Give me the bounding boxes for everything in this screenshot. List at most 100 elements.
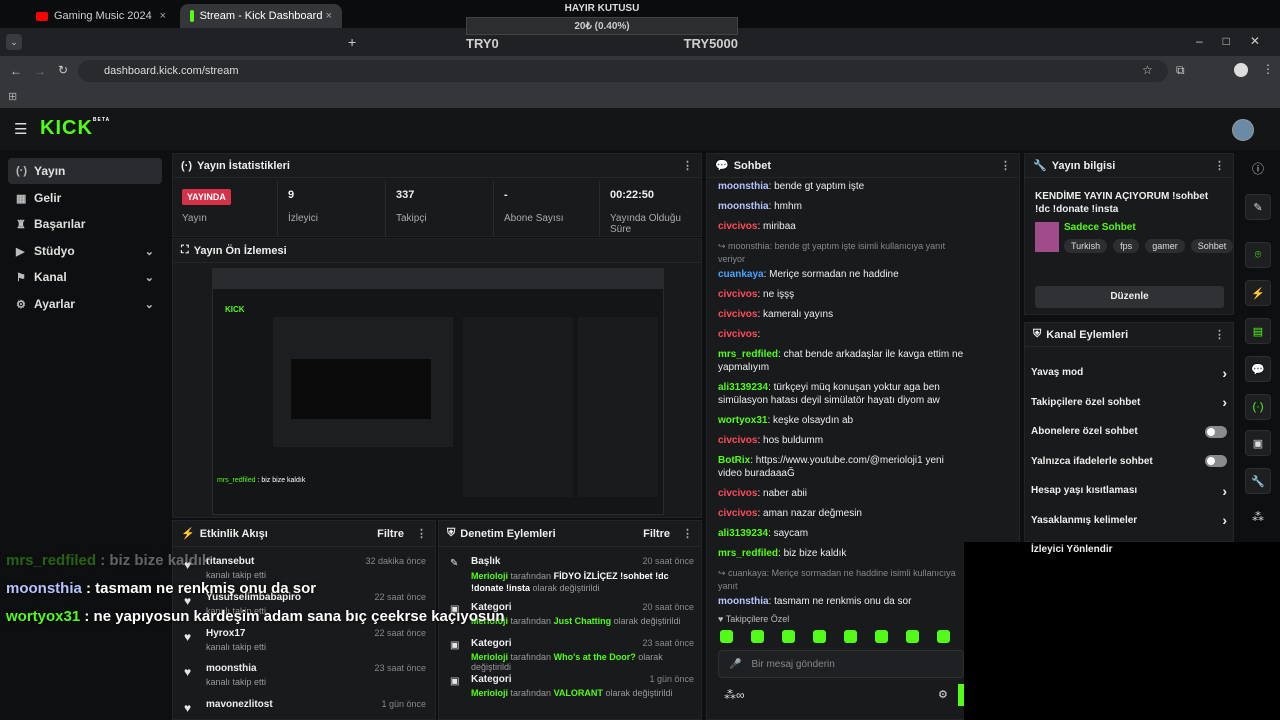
clipboard-icon[interactable]: ▤ bbox=[1245, 318, 1271, 344]
channel-action-item[interactable]: Yavaş mod › bbox=[1031, 358, 1227, 388]
tag[interactable]: fps bbox=[1113, 239, 1140, 253]
toggle-switch[interactable] bbox=[1205, 425, 1227, 438]
chat-username[interactable]: civcivos bbox=[718, 309, 757, 320]
chat-username[interactable]: civcivos bbox=[718, 508, 757, 519]
bookmark-star-icon[interactable]: ☆ bbox=[1142, 63, 1153, 77]
url-field[interactable]: dashboard.kick.com/stream bbox=[78, 60, 1168, 82]
hamburger-icon[interactable]: ☰ bbox=[14, 120, 27, 138]
filter-button[interactable]: Filtre bbox=[643, 528, 670, 540]
channel-action-item[interactable]: İzleyici Yönlendir bbox=[1031, 535, 1227, 565]
channel-action-item[interactable]: Takipçilere özel sohbet › bbox=[1031, 388, 1227, 418]
new-tab-icon[interactable]: + bbox=[348, 34, 356, 50]
emote[interactable] bbox=[875, 630, 888, 643]
nav-gelir[interactable]: ▦ Gelir bbox=[8, 185, 162, 211]
menu-icon[interactable]: ⋮ bbox=[1262, 62, 1274, 76]
tab-gaming-music[interactable]: Gaming Music 2024 ♫ Best × bbox=[26, 4, 176, 28]
emote[interactable] bbox=[937, 630, 950, 643]
nav-kanal[interactable]: ⚑ Kanal ⌄ bbox=[8, 264, 162, 290]
kick-logo[interactable]: KICKBETA bbox=[40, 117, 110, 140]
channel-action-item[interactable]: Yalnızca ifadelerle sohbet bbox=[1031, 447, 1227, 477]
more-icon[interactable]: ⋮ bbox=[682, 159, 693, 172]
edit-button[interactable]: Düzenle bbox=[1035, 286, 1224, 308]
emote[interactable] bbox=[813, 630, 826, 643]
stream-preview[interactable]: KICK mrs_redfiled : biz bize kaldık bbox=[212, 268, 664, 515]
moderation-title-bar: ⛨ Denetim Eylemleri Filtre ⋮ bbox=[439, 521, 701, 547]
more-icon[interactable]: ⋮ bbox=[682, 527, 693, 540]
wrench-icon[interactable]: 🔧 bbox=[1245, 468, 1271, 494]
toggle-switch[interactable] bbox=[1205, 455, 1227, 468]
category-name[interactable]: Sadece Sohbet bbox=[1064, 222, 1136, 233]
channel-action-item[interactable]: Abonelere özel sohbet bbox=[1031, 417, 1227, 447]
more-icon[interactable]: ⋮ bbox=[1214, 328, 1225, 341]
layout-icon[interactable]: ▣ bbox=[1245, 430, 1271, 456]
back-icon[interactable]: ← bbox=[10, 64, 22, 78]
chevron-right-icon: › bbox=[1222, 364, 1227, 381]
close-icon[interactable]: × bbox=[326, 10, 332, 22]
nav-ayarlar[interactable]: ⚙ Ayarlar ⌄ bbox=[8, 291, 162, 317]
tag[interactable]: gamer bbox=[1145, 239, 1185, 253]
panel-title: Yayın bilgisi bbox=[1051, 159, 1116, 172]
stat-followers: 337 Takipçi bbox=[388, 181, 494, 237]
chat-username[interactable]: ali3139234 bbox=[718, 528, 768, 539]
filter-button[interactable]: Filtre bbox=[377, 528, 404, 540]
chat-username[interactable]: moonsthia bbox=[718, 201, 769, 212]
extensions-icon[interactable]: ⧉ bbox=[1176, 63, 1185, 78]
charity-max: TRY5000 bbox=[683, 36, 738, 51]
chat-username[interactable]: moonsthia bbox=[718, 596, 769, 604]
lightning-icon[interactable]: ⚡ bbox=[1245, 280, 1271, 306]
chat-username[interactable]: civcivos bbox=[718, 329, 757, 340]
category-icon: ▣ bbox=[450, 640, 460, 651]
chat-username[interactable]: civcivos bbox=[718, 221, 757, 232]
chat-message: mrs_redfiled: biz bize kaldık bbox=[718, 547, 964, 560]
more-icon[interactable]: ⋮ bbox=[416, 527, 427, 540]
chat-reply-context: ↪ moonsthia: bende gt yaptım işte isimli… bbox=[718, 241, 946, 264]
channel-action-item[interactable]: Hesap yaşı kısıtlaması › bbox=[1031, 476, 1227, 506]
channel-action-item[interactable]: Yasaklanmış kelimeler › bbox=[1031, 506, 1227, 536]
chat-username[interactable]: civcivos bbox=[718, 488, 757, 499]
chat-username[interactable]: moonsthia bbox=[718, 181, 769, 192]
chat-username[interactable]: mrs_redfiled bbox=[718, 548, 778, 559]
chat-text: : biz bize kaldık bbox=[778, 548, 847, 559]
chat-text: : bende gt yaptım işte bbox=[768, 181, 865, 192]
overlay-username: mrs_redfiled bbox=[6, 552, 97, 569]
chat-username[interactable]: ali3139234 bbox=[718, 382, 768, 393]
info-icon[interactable]: ⓘ bbox=[1244, 160, 1272, 180]
tab-search-icon[interactable]: ⌄ bbox=[6, 34, 22, 50]
emote[interactable] bbox=[720, 630, 733, 643]
clip-icon[interactable]: ⌾ bbox=[1245, 242, 1271, 268]
tag[interactable]: Sohbet bbox=[1190, 239, 1234, 253]
profile-avatar[interactable] bbox=[1234, 63, 1248, 77]
more-icon[interactable]: ⋮ bbox=[1000, 159, 1011, 172]
tab-kick-dashboard[interactable]: Stream - Kick Dashboard × bbox=[180, 4, 342, 28]
nav-basarilar[interactable]: ♜ Başarılar bbox=[8, 211, 162, 237]
tag[interactable]: Turkish bbox=[1064, 239, 1108, 253]
reload-icon[interactable]: ↻ bbox=[58, 63, 68, 77]
chat-username[interactable]: cuankaya bbox=[718, 269, 764, 280]
chat-settings-icon[interactable]: ⚙ bbox=[938, 688, 948, 701]
chat-username[interactable]: civcivos bbox=[718, 289, 757, 300]
kick-points-icon[interactable]: ⁂ bbox=[1252, 510, 1264, 524]
emote[interactable] bbox=[906, 630, 919, 643]
emote[interactable] bbox=[844, 630, 857, 643]
emote[interactable] bbox=[751, 630, 764, 643]
kick-points-icon[interactable]: ⁂∞ bbox=[724, 688, 745, 702]
chat-icon[interactable]: 💬 bbox=[1245, 356, 1271, 382]
user-avatar[interactable] bbox=[1232, 119, 1254, 141]
close-icon[interactable]: × bbox=[160, 10, 166, 22]
forward-icon[interactable]: → bbox=[34, 64, 46, 78]
chat-username[interactable]: civcivos bbox=[718, 435, 757, 446]
chat-input[interactable]: 🎤 Bir mesaj gönderin bbox=[718, 650, 964, 678]
broadcast-icon[interactable]: (·) bbox=[1245, 394, 1271, 420]
chat-username[interactable]: BotRix bbox=[718, 455, 750, 466]
nav-studyo[interactable]: ▶ Stüdyo ⌄ bbox=[8, 238, 162, 264]
more-icon[interactable]: ⋮ bbox=[1214, 159, 1225, 172]
emote-bar[interactable] bbox=[720, 630, 964, 644]
emote[interactable] bbox=[782, 630, 795, 643]
apps-icon[interactable]: ⊞ bbox=[8, 90, 17, 103]
chat-username[interactable]: mrs_redfiled bbox=[718, 349, 778, 360]
broadcast-icon: (·) bbox=[181, 159, 192, 172]
chat-username[interactable]: wortyox31 bbox=[718, 415, 767, 426]
edit-pencil-icon[interactable]: ✎ bbox=[1245, 194, 1271, 220]
window-controls[interactable]: –□✕ bbox=[1196, 34, 1280, 48]
nav-yayin[interactable]: (·) Yayın bbox=[8, 158, 162, 184]
